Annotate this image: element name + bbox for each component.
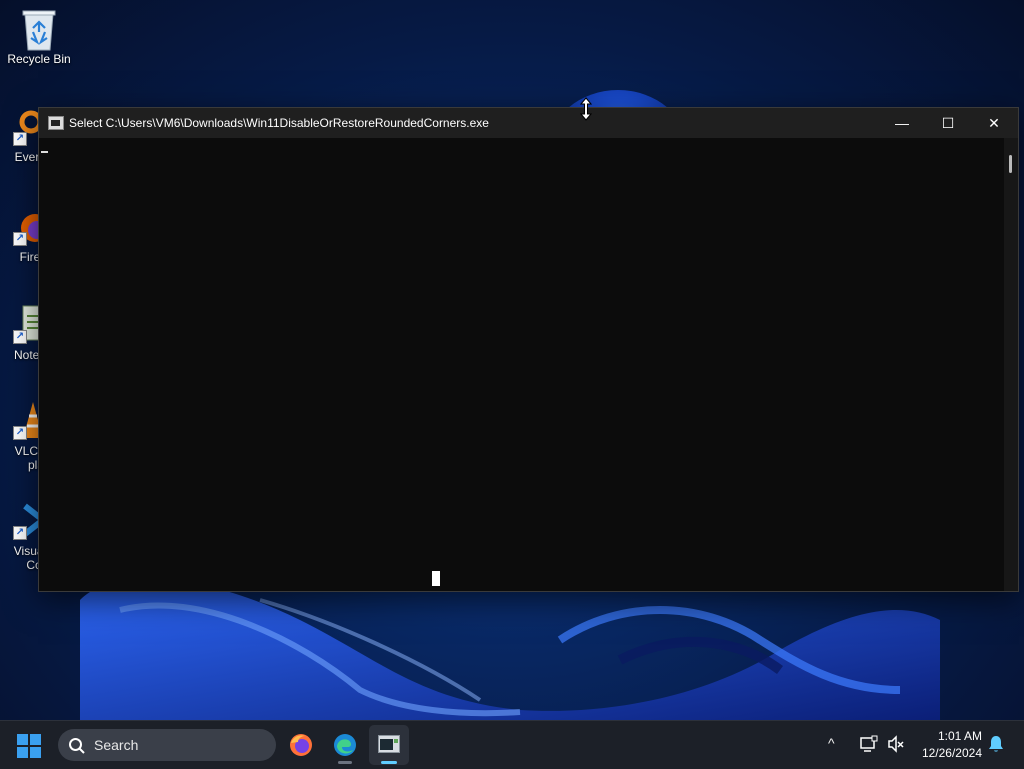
firefox-icon [290, 734, 312, 756]
desktop-icon-label: Recycle Bin [7, 52, 71, 66]
everything-icon: ↗ [0, 106, 43, 146]
sound-muted-icon[interactable] [887, 735, 905, 758]
notepad-icon: ↗ [0, 304, 42, 344]
desktop-icon-recycle-bin[interactable]: Recycle Bin [0, 8, 78, 66]
running-indicator [338, 761, 352, 764]
console-taskbar-icon [378, 735, 400, 753]
block-cursor [432, 571, 440, 586]
minimize-button[interactable]: — [879, 108, 925, 138]
maximize-button[interactable]: ☐ [925, 108, 971, 138]
taskbar-firefox-button[interactable] [281, 725, 321, 765]
shortcut-arrow-icon: ↗ [13, 330, 27, 344]
console-window[interactable]: Select C:\Users\VM6\Downloads\Win11Disab… [38, 107, 1019, 592]
vertical-scrollbar[interactable] [1004, 138, 1018, 591]
tray-overflow-chevron-icon[interactable]: ^ [828, 735, 835, 751]
taskbar-console-button[interactable] [369, 725, 409, 765]
scrollbar-thumb[interactable] [1009, 155, 1012, 173]
windows-start-icon[interactable] [16, 733, 42, 759]
clock-time[interactable]: 1:01 AM [920, 729, 982, 743]
search-input[interactable]: Search [58, 729, 276, 761]
network-icon[interactable] [860, 735, 878, 758]
resize-vertical-cursor-icon [579, 97, 593, 121]
vscode-icon: ↗ [0, 500, 48, 540]
console-output-area[interactable] [39, 138, 1004, 591]
close-button[interactable]: ✕ [971, 108, 1017, 138]
shortcut-arrow-icon: ↗ [13, 132, 27, 146]
search-placeholder: Search [94, 737, 139, 753]
recycle-bin-icon [19, 8, 59, 51]
shortcut-arrow-icon: ↗ [13, 526, 27, 540]
edge-icon [334, 734, 356, 756]
vlc-icon: ↗ [0, 400, 43, 440]
clock-date[interactable]: 12/26/2024 [916, 746, 982, 760]
taskbar: Search ^ 1:01 AM 12/26/2024 [0, 720, 1024, 769]
window-title: Select C:\Users\VM6\Downloads\Win11Disab… [69, 116, 489, 130]
active-indicator [381, 761, 397, 764]
taskbar-edge-button[interactable] [325, 725, 365, 765]
firefox-desktop-icon: ↗ [0, 206, 49, 246]
console-icon [48, 116, 64, 130]
shortcut-arrow-icon: ↗ [13, 426, 27, 440]
search-icon [68, 737, 86, 760]
console-titlebar[interactable]: Select C:\Users\VM6\Downloads\Win11Disab… [39, 108, 1018, 138]
text-cursor [41, 151, 48, 153]
shortcut-arrow-icon: ↗ [13, 232, 27, 246]
notification-bell-icon[interactable] [988, 735, 1004, 758]
